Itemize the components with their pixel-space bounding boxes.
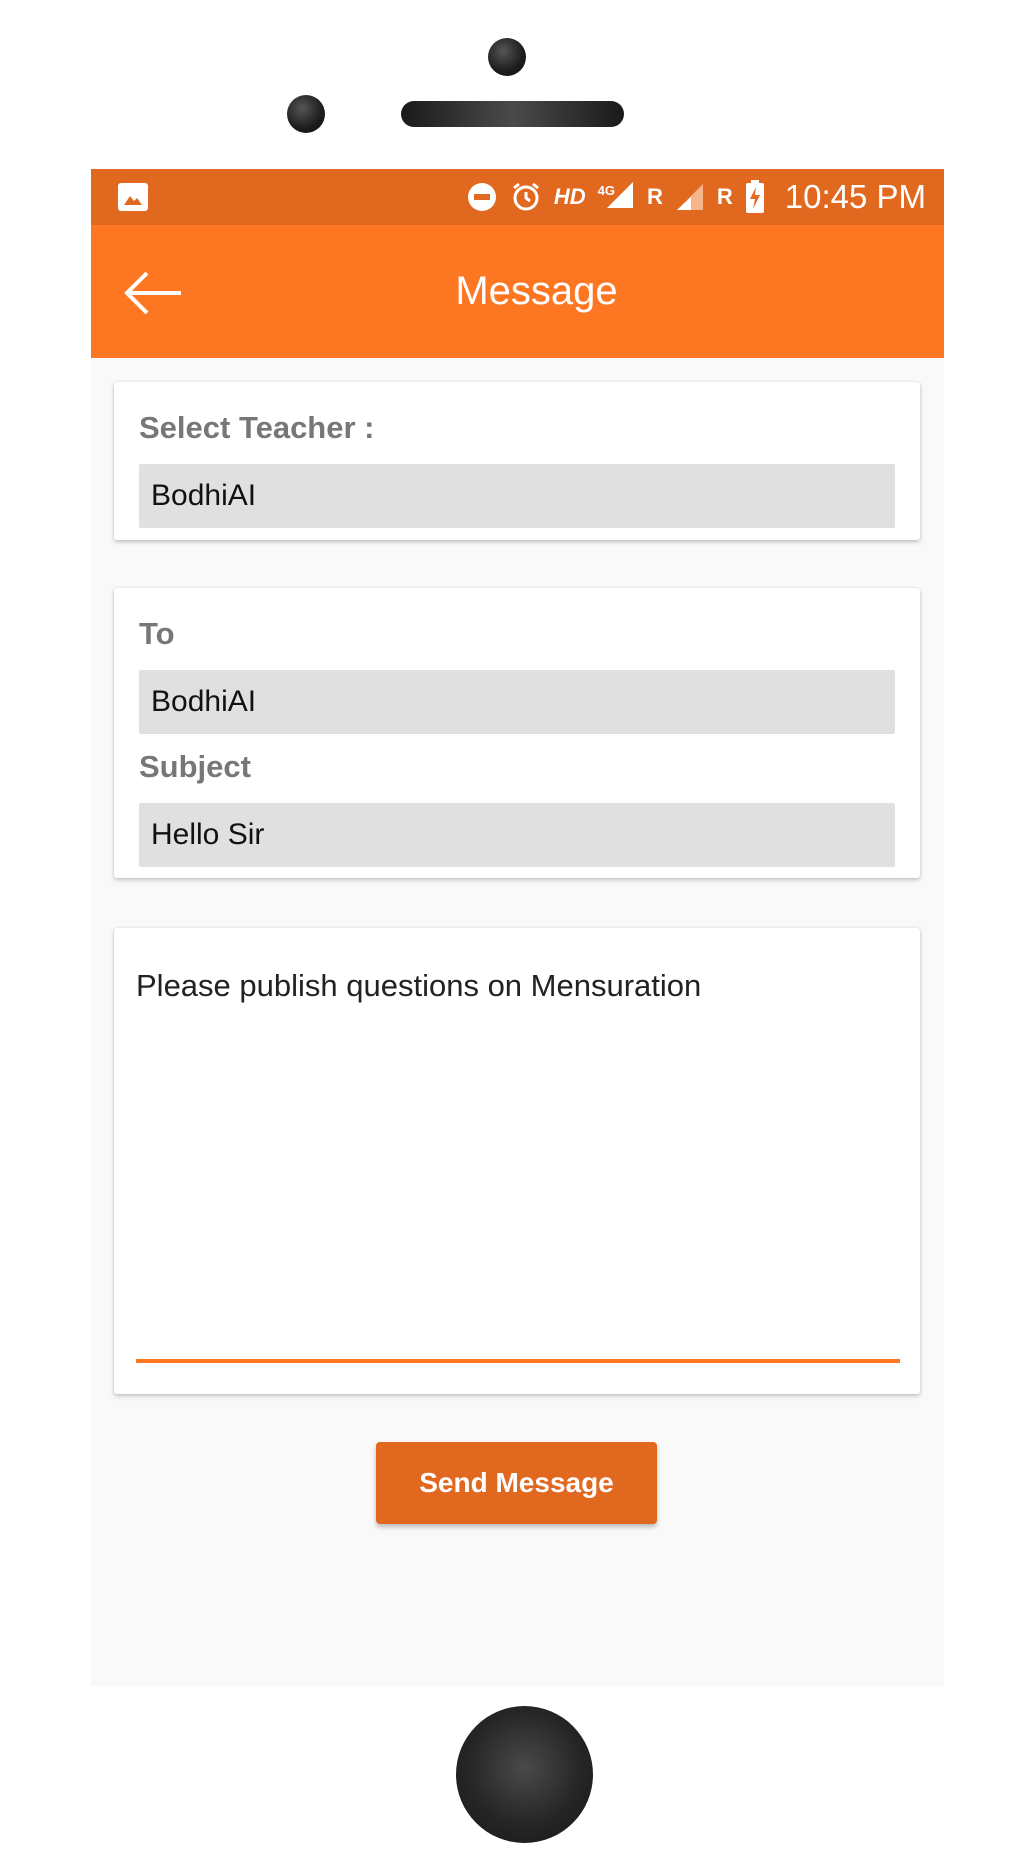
message-body-input[interactable]: Please publish questions on Mensuration xyxy=(136,966,900,1006)
alarm-icon xyxy=(510,181,542,213)
phone-device: HD 4G R R 10:45 PM Message Select Teache… xyxy=(0,0,1035,1854)
teacher-select-field[interactable]: BodhiAI xyxy=(139,464,895,528)
to-field[interactable]: BodhiAI xyxy=(139,670,895,734)
earpiece-speaker xyxy=(401,101,624,127)
subject-field[interactable]: Hello Sir xyxy=(139,803,895,867)
battery-charging-icon xyxy=(745,180,765,214)
status-icons: HD 4G R R 10:45 PM xyxy=(466,169,926,225)
hd-label: HD xyxy=(553,184,586,209)
network-group: 4G xyxy=(598,180,635,215)
message-input-underline xyxy=(136,1359,900,1363)
status-time: 10:45 PM xyxy=(784,178,926,215)
status-bar: HD 4G R R 10:45 PM xyxy=(91,169,944,225)
to-label: To xyxy=(139,616,175,651)
address-card: To BodhiAI Subject Hello Sir xyxy=(114,588,920,878)
roaming-label-2: R xyxy=(716,184,733,209)
app-screen: HD 4G R R 10:45 PM Message Select Teache… xyxy=(91,169,944,1686)
proximity-sensor xyxy=(287,95,325,133)
signal-weak-icon xyxy=(675,182,705,212)
message-card: Please publish questions on Mensuration xyxy=(114,928,920,1394)
home-button[interactable] xyxy=(456,1706,593,1843)
teacher-card: Select Teacher : BodhiAI xyxy=(114,382,920,540)
app-toolbar: Message xyxy=(91,225,944,358)
send-message-button[interactable]: Send Message xyxy=(376,1442,657,1524)
signal-icon xyxy=(605,180,635,215)
image-icon xyxy=(118,183,148,211)
roaming-label-1: R xyxy=(646,184,663,209)
page-title: Message xyxy=(455,269,618,313)
subject-label: Subject xyxy=(139,749,251,784)
select-teacher-label: Select Teacher : xyxy=(139,410,375,445)
do-not-disturb-icon xyxy=(466,181,498,213)
front-camera xyxy=(488,38,526,76)
